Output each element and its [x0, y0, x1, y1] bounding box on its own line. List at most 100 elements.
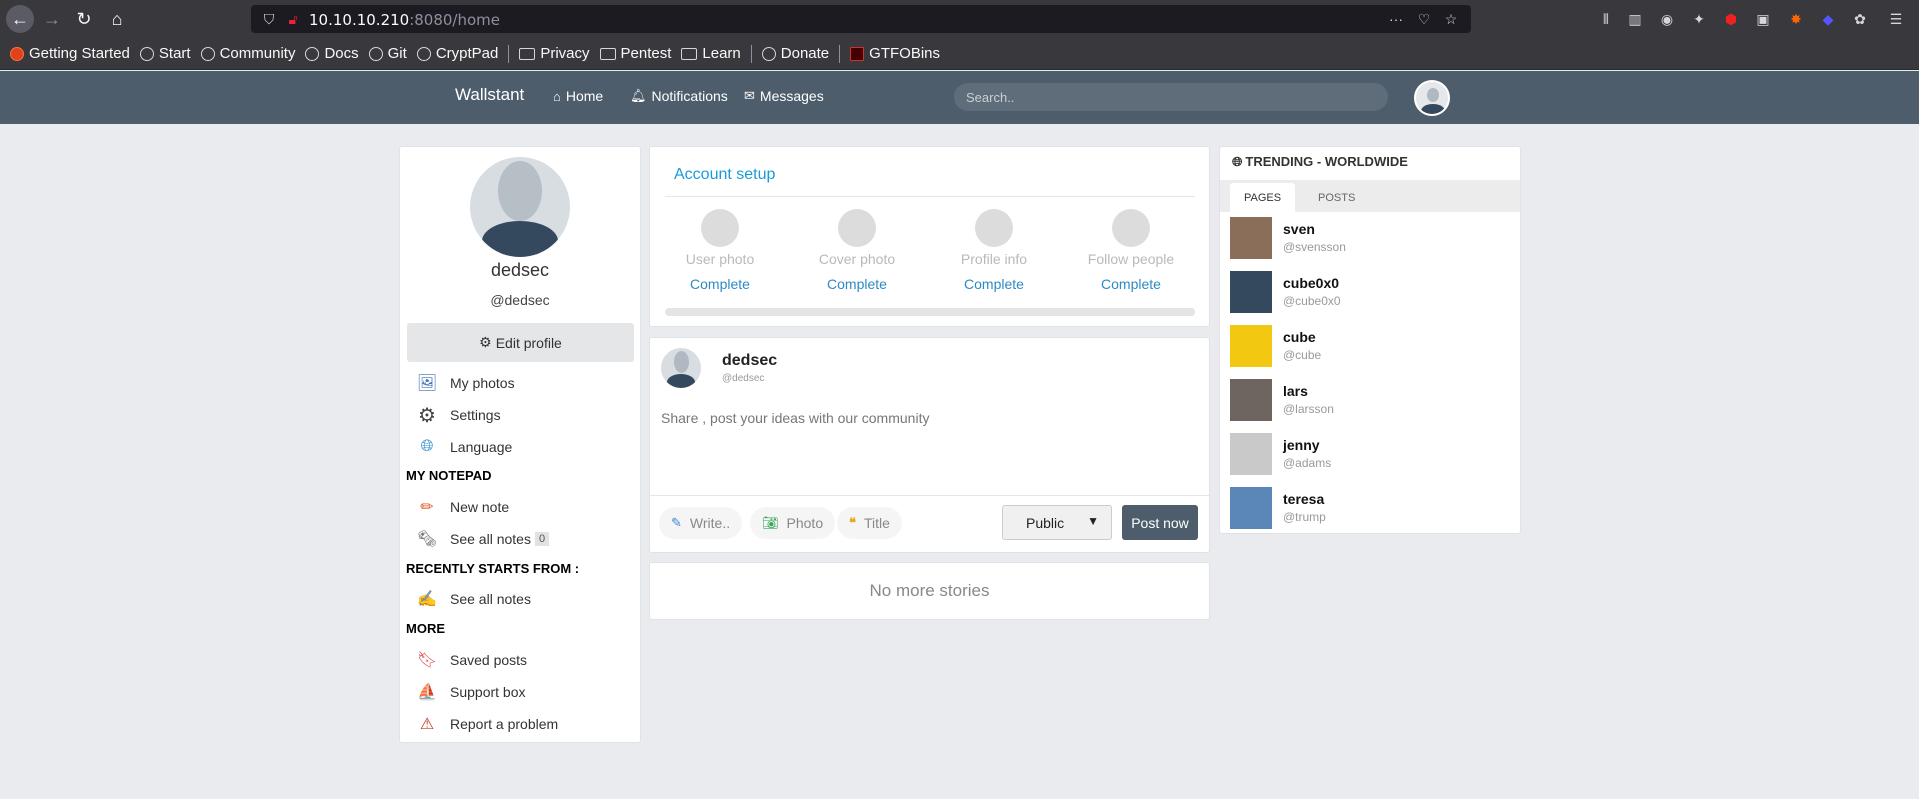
bookmark-donate[interactable]: Donate — [761, 45, 830, 62]
bookmark-community[interactable]: Community — [200, 45, 295, 62]
url-bar[interactable]: ⛉ 🔓︎ 10.10.10.210:8080/home ··· ♡ ☆ — [251, 5, 1471, 33]
search-input[interactable] — [954, 83, 1388, 111]
bookmark-separator — [750, 44, 752, 63]
bookmark-getting-started[interactable]: Getting Started — [10, 45, 130, 62]
globe-icon — [761, 46, 776, 61]
folder-icon — [681, 47, 698, 60]
tab-pages[interactable]: PAGES — [1230, 183, 1296, 212]
forward-button[interactable]: → — [38, 5, 66, 33]
title-button[interactable]: ❝ Title — [837, 507, 902, 539]
gear-icon: ⚙ — [479, 334, 492, 350]
globe-icon: 🌐︎ — [420, 438, 434, 455]
step-status: Complete — [690, 276, 750, 292]
library-icon[interactable]: ⫴ — [1596, 9, 1616, 29]
ublock-icon[interactable]: ⬢ — [1721, 9, 1741, 29]
bookmark-cryptpad[interactable]: CryptPad — [416, 45, 498, 62]
menu-label: Saved posts — [450, 652, 528, 668]
setup-step-follow-people[interactable]: Follow people Complete — [1066, 209, 1196, 292]
url-path: :8080/home — [409, 11, 501, 29]
setup-step-cover-photo[interactable]: Cover photo Complete — [792, 209, 922, 292]
extension-s-icon[interactable]: ▣ — [1753, 9, 1773, 29]
bookmark-learn[interactable]: Learn — [681, 45, 741, 62]
trending-thumbnail[interactable] — [1230, 217, 1272, 259]
bookmark-privacy[interactable]: Privacy — [519, 45, 590, 62]
bookmark-gtfobins[interactable]: GTFOBins — [850, 45, 940, 62]
camera-icon: 📷︎ — [762, 515, 779, 530]
reload-button[interactable]: ↻ — [70, 5, 98, 33]
visibility-select[interactable]: Public ▼ — [1002, 505, 1112, 540]
shield-icon: ⛉ — [263, 10, 275, 27]
trending-thumbnail[interactable] — [1230, 433, 1272, 475]
user-avatar[interactable] — [1414, 80, 1450, 116]
composer-handle: @dedsec — [722, 373, 765, 384]
trending-name[interactable]: teresa — [1283, 491, 1324, 507]
account-icon[interactable]: ◉ — [1657, 9, 1677, 29]
edit-profile-button[interactable]: ⚙ Edit profile — [407, 323, 634, 362]
sidebar-icon[interactable]: ▥ — [1625, 9, 1645, 29]
back-button[interactable]: ← — [6, 5, 34, 33]
write-button[interactable]: ✎ Write.. — [659, 507, 743, 539]
arrow-left-icon: ← — [11, 8, 29, 29]
menu-my-photos[interactable]: 🖼︎ My photos — [416, 372, 515, 394]
setup-step-profile-info[interactable]: Profile info Complete — [929, 209, 1059, 292]
trending-thumbnail[interactable] — [1230, 379, 1272, 421]
menu-settings[interactable]: ⚙ Settings — [416, 404, 501, 427]
bookmark-start[interactable]: Start — [139, 45, 191, 62]
trending-item[interactable]: jenny @adams — [1230, 433, 1510, 475]
brand-logo[interactable]: Wallstant — [455, 85, 524, 105]
photo-button[interactable]: 📷︎ Photo — [750, 507, 836, 539]
menu-report-problem[interactable]: ⚠ Report a problem — [416, 713, 558, 735]
reload-icon: ↻ — [76, 8, 92, 29]
tab-posts[interactable]: POSTS — [1304, 183, 1369, 212]
menu-support-box[interactable]: ⛵ Support box — [416, 681, 525, 703]
more-actions-icon[interactable]: ··· — [1386, 9, 1406, 29]
nav-messages[interactable]: ✉ Messages — [744, 88, 824, 104]
menu-label: Settings — [450, 407, 501, 423]
folder-icon — [519, 47, 536, 60]
bookmark-docs[interactable]: Docs — [305, 45, 359, 62]
trending-card: 🌐︎ TRENDING - WORLDWIDE PAGES POSTS sven @… — [1219, 146, 1521, 534]
trending-item[interactable]: cube0x0 @cube0x0 — [1230, 271, 1510, 313]
menu-saved-posts[interactable]: 🔖︎ Saved posts — [416, 649, 527, 671]
trending-item[interactable]: cube @cube — [1230, 325, 1510, 367]
bookmark-star-icon[interactable]: ☆ — [1441, 9, 1461, 29]
pocket-icon[interactable]: ♡ — [1414, 9, 1434, 29]
home-icon: ⌂ — [553, 88, 561, 104]
menu-recent-see-all[interactable]: ✍ See all notes — [416, 588, 531, 610]
trending-name[interactable]: lars — [1283, 383, 1308, 399]
trending-name[interactable]: sven — [1283, 221, 1315, 237]
trending-item[interactable]: lars @larsson — [1230, 379, 1510, 421]
bookmark-label: Donate — [780, 45, 830, 62]
profile-avatar[interactable] — [470, 157, 570, 257]
nav-home[interactable]: ⌂ Home — [553, 88, 603, 104]
composer-textarea[interactable]: Share , post your ideas with our communi… — [661, 410, 929, 426]
menu-icon[interactable]: ☰ — [1886, 9, 1906, 29]
insecure-lock-icon: 🔓︎ — [288, 10, 298, 27]
bookmark-separator — [839, 44, 841, 63]
trending-thumbnail[interactable] — [1230, 325, 1272, 367]
page-scrollbar[interactable] — [1908, 124, 1919, 799]
home-button[interactable]: ⌂ — [103, 5, 131, 33]
trending-name[interactable]: cube0x0 — [1283, 275, 1339, 291]
cookie-icon[interactable]: ✿ — [1850, 9, 1870, 29]
bookmark-git[interactable]: Git — [368, 45, 407, 62]
menu-see-all-notes[interactable]: 🗞︎ See all notes 0 — [416, 528, 550, 550]
title-label: Title — [864, 515, 890, 531]
menu-new-note[interactable]: ✏ New note — [416, 496, 509, 518]
trending-name[interactable]: jenny — [1283, 437, 1320, 453]
extension-icon[interactable]: ✦ — [1689, 9, 1709, 29]
trending-item[interactable]: teresa @trump — [1230, 487, 1510, 529]
trending-thumbnail[interactable] — [1230, 487, 1272, 529]
menu-language[interactable]: 🌐︎ Language — [416, 436, 513, 458]
trending-name[interactable]: cube — [1283, 329, 1316, 345]
foxyproxy-icon[interactable]: ✸ — [1786, 9, 1806, 29]
wappalyzer-icon[interactable]: ◆ — [1818, 9, 1838, 29]
trending-item[interactable]: sven @svensson — [1230, 217, 1510, 259]
post-now-button[interactable]: Post now — [1122, 505, 1198, 540]
nav-notifications[interactable]: 🔔︎ Notifications — [630, 88, 728, 104]
step-label: Follow people — [1087, 251, 1175, 267]
bookmark-pentest[interactable]: Pentest — [599, 45, 671, 62]
folder-icon — [599, 47, 616, 60]
setup-step-user-photo[interactable]: User photo Complete — [655, 209, 785, 292]
trending-thumbnail[interactable] — [1230, 271, 1272, 313]
